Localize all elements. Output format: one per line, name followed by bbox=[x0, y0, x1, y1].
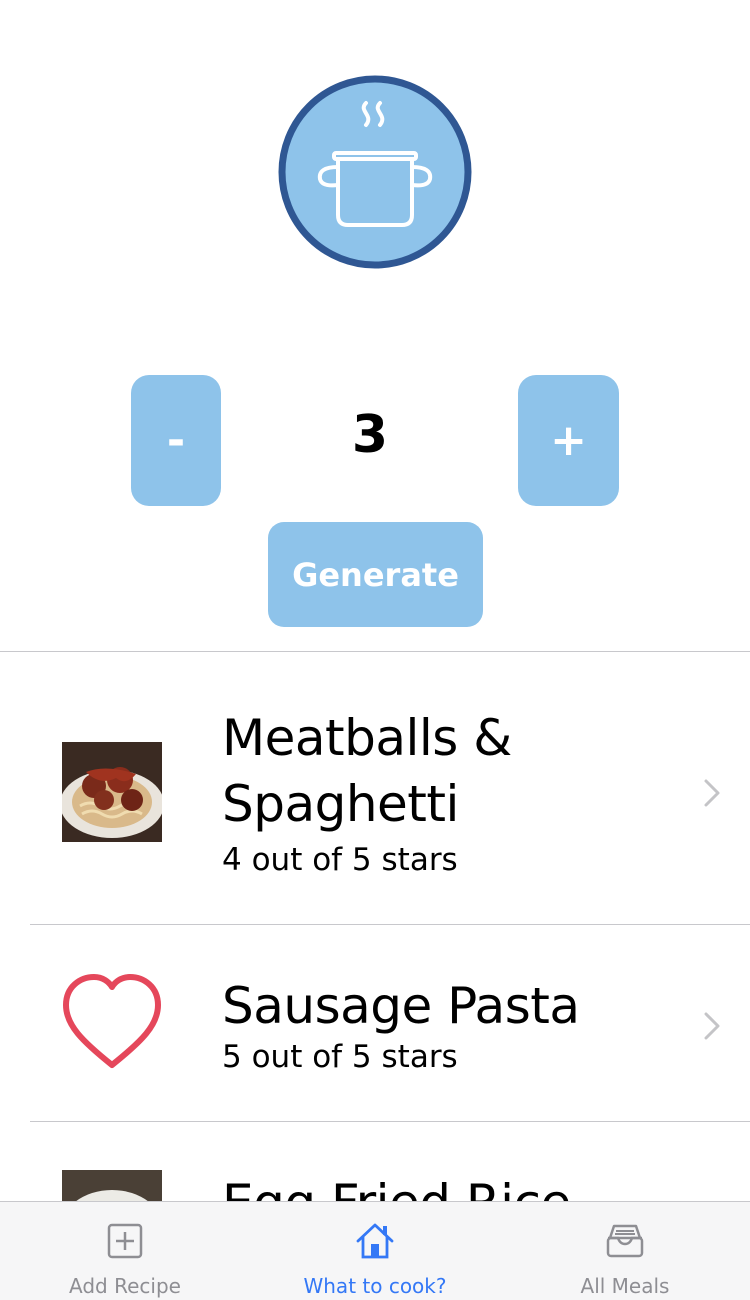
tab-bar: Add Recipe What to cook? All Meals bbox=[0, 1201, 750, 1300]
tab-what-to-cook[interactable]: What to cook? bbox=[250, 1202, 500, 1300]
home-icon bbox=[356, 1223, 394, 1259]
heart-icon bbox=[63, 974, 161, 1068]
tab-label: Add Recipe bbox=[69, 1274, 181, 1298]
recipe-title: Sausage Pasta bbox=[222, 977, 580, 1035]
tray-icon bbox=[606, 1224, 644, 1258]
tab-label: All Meals bbox=[580, 1274, 670, 1298]
chevron-right-icon bbox=[704, 1012, 720, 1040]
chevron-right-icon bbox=[704, 779, 720, 807]
cooking-pot-logo-icon bbox=[278, 75, 472, 269]
screen: - 3 + Generate Meatballs & Spaghetti 4 o… bbox=[0, 0, 750, 1300]
recipe-rating: 4 out of 5 stars bbox=[222, 842, 458, 878]
generate-button[interactable]: Generate bbox=[268, 522, 483, 627]
recipe-rating: 5 out of 5 stars bbox=[222, 1039, 458, 1075]
increment-button[interactable]: + bbox=[518, 375, 619, 506]
tab-label: What to cook? bbox=[303, 1274, 447, 1298]
plus-square-icon bbox=[107, 1223, 143, 1259]
recipe-row-meatballs[interactable]: Meatballs & Spaghetti 4 out of 5 stars bbox=[0, 652, 750, 925]
tab-all-meals[interactable]: All Meals bbox=[500, 1202, 750, 1300]
meal-count-value: 3 bbox=[351, 405, 389, 465]
recipe-title: Meatballs & Spaghetti bbox=[222, 709, 512, 833]
recipe-row-sausage-pasta[interactable]: Sausage Pasta 5 out of 5 stars bbox=[0, 925, 750, 1122]
meatballs-photo bbox=[62, 742, 162, 842]
decrement-button[interactable]: - bbox=[131, 375, 221, 506]
tab-add-recipe[interactable]: Add Recipe bbox=[0, 1202, 250, 1300]
